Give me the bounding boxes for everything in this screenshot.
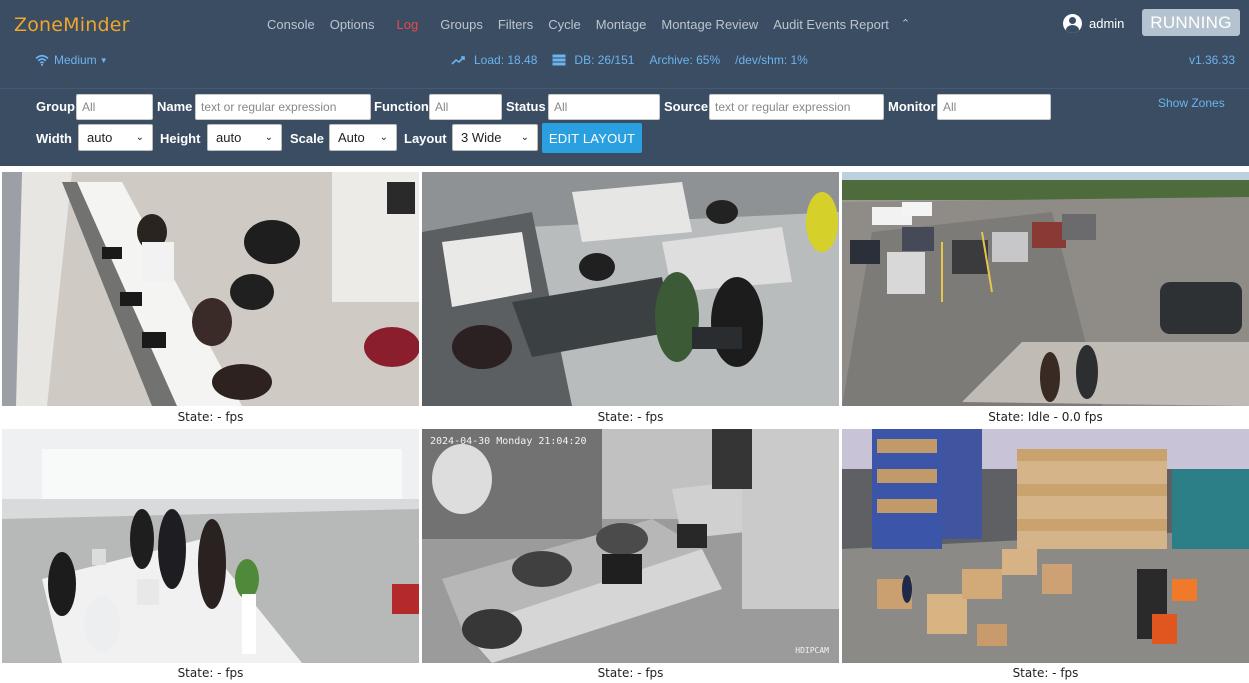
source-label: Source	[664, 99, 709, 114]
group-filter-input[interactable]: All	[76, 94, 153, 120]
system-stats: Load: 18.48 DB: 26/151 Archive: 65% /dev…	[451, 53, 823, 67]
monitor-feed[interactable]	[422, 172, 839, 406]
database-icon	[552, 54, 566, 66]
monitor-tile[interactable]: State: - fps	[2, 172, 419, 427]
monitor-state: State: - fps	[1012, 666, 1079, 680]
chevron-down-icon: ⌄	[379, 132, 388, 143]
height-label: Height	[160, 131, 201, 146]
height-select[interactable]: auto ⌄	[207, 124, 282, 151]
monitor-state: State: - fps	[597, 410, 664, 424]
edit-layout-button[interactable]: EDIT LAYOUT	[542, 123, 642, 153]
layout-select-value: 3 Wide	[461, 130, 502, 145]
load-value: Load: 18.48	[474, 53, 538, 67]
monitor-state: State: - fps	[177, 666, 244, 680]
status-label: Status	[506, 99, 546, 114]
layout-label: Layout	[404, 131, 447, 146]
status-filter-input[interactable]: All	[548, 94, 660, 120]
function-filter-input[interactable]: All	[429, 94, 502, 120]
scale-label: Scale	[290, 131, 324, 146]
height-select-value: auto	[216, 130, 242, 145]
nav-log[interactable]: Log	[397, 17, 419, 32]
load-stat: Load: 18.48	[451, 53, 537, 67]
trend-up-icon	[451, 56, 465, 65]
monitor-tile[interactable]: State: - fps	[842, 429, 1249, 683]
archive-stat: Archive: 65%	[649, 53, 721, 67]
monitor-tile[interactable]: State: - fps	[2, 429, 419, 683]
monitor-tile[interactable]: State: Idle - 0.0 fps	[842, 172, 1249, 427]
monitor-tile[interactable]: State: - fps	[422, 172, 839, 427]
db-stat: DB: 26/151	[552, 53, 634, 67]
nav-console[interactable]: Console	[267, 17, 315, 32]
feed-brand-overlay: HDIPCAM	[795, 646, 829, 655]
chevron-up-icon[interactable]: ⌃	[901, 17, 910, 32]
db-value: DB: 26/151	[574, 53, 635, 67]
filter-bar: Group All Name text or regular expressio…	[0, 88, 1249, 166]
nav-filters[interactable]: Filters	[498, 17, 533, 32]
chevron-down-icon: ⌄	[520, 132, 529, 143]
monitor-filter-input[interactable]: All	[937, 94, 1051, 120]
monitor-feed[interactable]	[2, 172, 419, 406]
nav-groups[interactable]: Groups	[440, 17, 483, 32]
app-logo[interactable]: ZoneMinder	[14, 14, 130, 36]
monitor-state: State: - fps	[177, 410, 244, 424]
width-select[interactable]: auto ⌄	[78, 124, 153, 151]
layout-select[interactable]: 3 Wide ⌄	[452, 124, 538, 151]
group-label: Group	[36, 99, 75, 114]
show-zones-link[interactable]: Show Zones	[1158, 96, 1225, 110]
bandwidth-dropdown[interactable]: Medium ▼	[35, 53, 108, 67]
width-label: Width	[36, 131, 72, 146]
monitor-state: State: - fps	[597, 666, 664, 680]
nav-montage-review[interactable]: Montage Review	[661, 17, 758, 32]
wifi-icon	[35, 54, 49, 66]
scale-select-value: Auto	[338, 130, 365, 145]
chevron-down-icon: ⌄	[264, 132, 273, 143]
name-filter-input[interactable]: text or regular expression	[195, 94, 371, 120]
username: admin	[1089, 16, 1125, 31]
bandwidth-label: Medium	[54, 53, 97, 67]
monitor-feed[interactable]	[842, 429, 1249, 663]
run-state-button[interactable]: RUNNING	[1142, 9, 1240, 36]
monitor-feed[interactable]	[842, 172, 1249, 406]
top-navbar: ZoneMinder Console Options Log Groups Fi…	[0, 0, 1249, 88]
nav-cycle[interactable]: Cycle	[548, 17, 581, 32]
name-label: Name	[157, 99, 193, 114]
main-nav: Console Options Log Groups Filters Cycle…	[267, 17, 910, 32]
nav-audit-events-report[interactable]: Audit Events Report	[773, 17, 889, 32]
nav-options[interactable]: Options	[330, 17, 375, 32]
user-circle-icon	[1063, 14, 1082, 33]
monitor-tile[interactable]: 2024-04-30 Monday 21:04:20 HDIPCAM State…	[422, 429, 839, 683]
feed-timestamp-overlay: 2024-04-30 Monday 21:04:20	[430, 436, 587, 447]
source-filter-input[interactable]: text or regular expression	[709, 94, 884, 120]
monitor-feed[interactable]: 2024-04-30 Monday 21:04:20 HDIPCAM	[422, 429, 839, 663]
shm-stat: /dev/shm: 1%	[735, 53, 808, 67]
caret-down-icon: ▼	[99, 55, 108, 65]
function-label: Function	[374, 99, 429, 114]
scale-select[interactable]: Auto ⌄	[329, 124, 397, 151]
monitor-label: Monitor	[888, 99, 936, 114]
nav-montage[interactable]: Montage	[596, 17, 647, 32]
monitor-state: State: Idle - 0.0 fps	[988, 410, 1103, 424]
width-select-value: auto	[87, 130, 113, 145]
chevron-down-icon: ⌄	[135, 132, 144, 143]
user-menu[interactable]: admin	[1063, 14, 1124, 33]
monitor-feed[interactable]	[2, 429, 419, 663]
version-label: v1.36.33	[1188, 53, 1235, 67]
